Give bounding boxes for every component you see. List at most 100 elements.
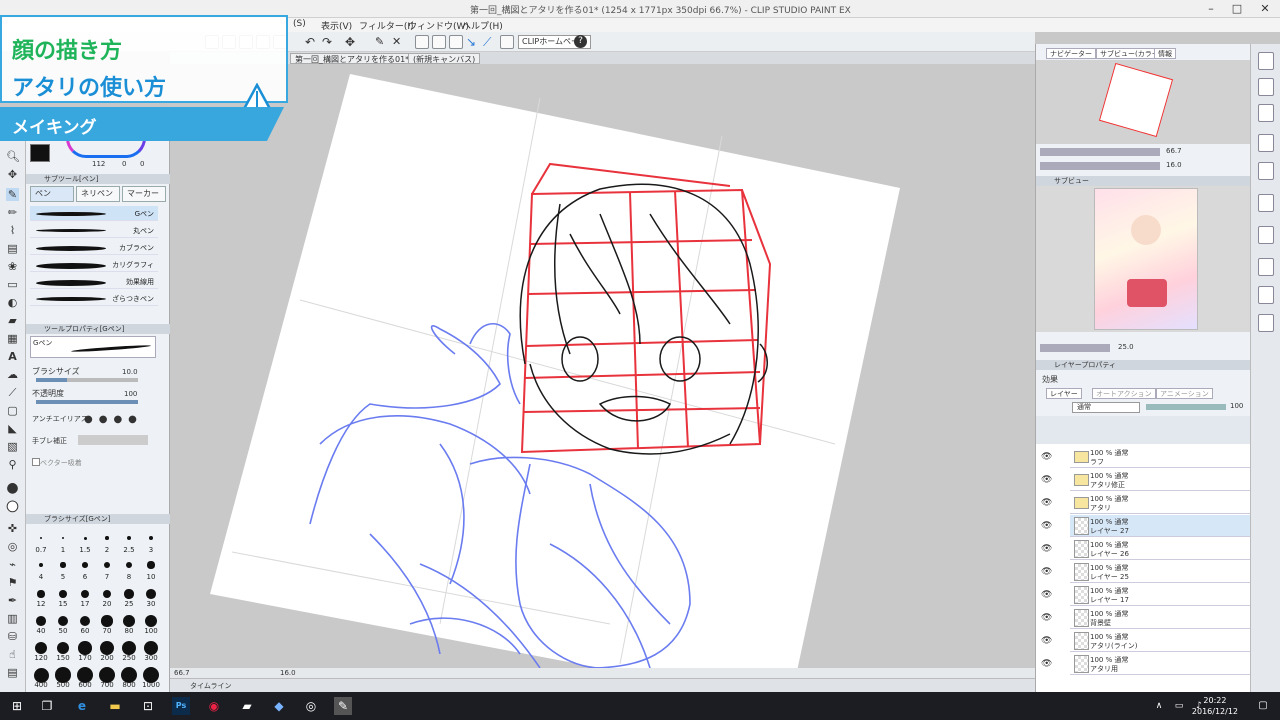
clipstudio-icon[interactable]: ✎ <box>334 697 352 715</box>
layer-opacity-slider[interactable] <box>1146 404 1226 410</box>
main-color-swatch[interactable] <box>30 144 50 162</box>
brush-size-dot[interactable] <box>79 615 91 627</box>
brush-size-dot[interactable] <box>82 562 88 568</box>
layer-folder[interactable]: 100 % 通常 アタリ <box>1070 492 1250 514</box>
brush-size-dot[interactable] <box>34 641 48 655</box>
fill-tool-icon[interactable]: ▰ <box>6 314 19 327</box>
brush-size-dot[interactable] <box>102 589 112 599</box>
visibility-eye-icon[interactable]: 👁︎ <box>1041 659 1052 669</box>
panel-icon-9[interactable] <box>1258 286 1274 304</box>
brush-size-dot[interactable] <box>40 537 42 539</box>
brush-item-kabura[interactable]: カブラペン <box>30 240 158 255</box>
brush-size-dot[interactable] <box>83 536 87 540</box>
zoom-tool-icon[interactable]: 🔍︎ <box>6 150 20 163</box>
edge-icon[interactable]: e <box>73 697 91 715</box>
layer-row[interactable]: 100 % 通常 レイヤー 27 <box>1070 515 1250 537</box>
subview-zoom[interactable]: 25.0 <box>1118 343 1134 351</box>
brush-size-dot[interactable] <box>105 536 109 540</box>
tab-info[interactable]: 情報 <box>1154 48 1176 59</box>
main-color-icon[interactable]: ● <box>6 481 19 495</box>
layer-row[interactable]: 100 % 通常 アタリ(ライン) <box>1070 630 1250 652</box>
brush-size-dot[interactable] <box>103 561 111 569</box>
sub-color-icon[interactable]: ● <box>6 499 19 514</box>
navigator-angle[interactable]: 16.0 <box>1166 161 1182 169</box>
brush-size-slider[interactable] <box>36 378 138 382</box>
crop-icon[interactable] <box>415 35 429 49</box>
layer-row[interactable]: 100 % 通常 背景壁 <box>1070 607 1250 629</box>
brush-item-effect-line[interactable]: 効果線用 <box>30 274 158 289</box>
panel-icon-3[interactable] <box>1258 104 1274 122</box>
tab-new-canvas[interactable]: (新規キャンバス) <box>408 53 481 64</box>
app-icon[interactable]: ◉ <box>205 697 223 715</box>
brush-item-gpen[interactable]: Gペン <box>30 206 158 221</box>
taskview-icon[interactable]: ❐ <box>38 697 56 715</box>
transform-icon[interactable]: ✎ <box>375 35 389 49</box>
visibility-eye-icon[interactable]: 👁︎ <box>1041 567 1052 577</box>
visibility-eye-icon[interactable]: 👁︎ <box>1041 613 1052 623</box>
blend-tool-icon[interactable]: ◐ <box>6 296 19 309</box>
close-button[interactable]: ✕ <box>1252 0 1278 18</box>
app2-icon[interactable]: ▰ <box>238 697 256 715</box>
ruler-tool-icon[interactable]: ⟋ <box>6 386 19 399</box>
bucket-icon[interactable]: ⛁ <box>6 630 19 643</box>
brush-size-dot[interactable] <box>144 614 158 628</box>
panel-icon-10[interactable] <box>1258 314 1274 332</box>
layer-row[interactable]: 100 % 通常 レイヤー 25 <box>1070 561 1250 583</box>
navigator-zoom[interactable]: 66.7 <box>1166 147 1182 155</box>
pen-tool-icon[interactable]: ✎ <box>6 188 19 201</box>
visibility-eye-icon[interactable]: 👁︎ <box>1041 475 1052 485</box>
brush-size-dot[interactable] <box>124 589 134 599</box>
tray-arrow-icon[interactable]: ∧ <box>1150 697 1168 715</box>
blend-mode-select[interactable]: 通常 <box>1072 402 1140 413</box>
visibility-eye-icon[interactable]: 👁︎ <box>1041 452 1052 462</box>
brush-size-dot[interactable] <box>148 535 154 541</box>
navigator-angle-slider[interactable] <box>1040 162 1160 170</box>
brush-size-dot[interactable] <box>60 562 66 568</box>
timeline-tab[interactable]: タイムライン <box>190 681 232 691</box>
subtool-tab-pen[interactable]: ペン <box>30 186 74 202</box>
canvas-area[interactable] <box>170 64 1035 668</box>
photoshop-icon[interactable]: Ps <box>172 697 190 715</box>
menu-item-help[interactable]: ヘルプ(H) <box>462 19 503 32</box>
navigator-zoom-slider[interactable] <box>1040 148 1160 156</box>
brush-size-dot[interactable] <box>80 589 90 599</box>
angle-value[interactable]: 16.0 <box>280 668 296 678</box>
brush-size-dot[interactable] <box>146 589 156 599</box>
stabilization-slider[interactable] <box>78 435 148 445</box>
lasso-icon[interactable]: ◎ <box>6 540 19 553</box>
subtool-tab-neripen[interactable]: ネリペン <box>76 186 120 202</box>
visibility-eye-icon[interactable]: 👁︎ <box>1041 544 1052 554</box>
pencil-tool-icon[interactable]: ✏ <box>6 206 19 219</box>
layer-opacity-value[interactable]: 100 <box>1230 402 1243 410</box>
menu-item-filter[interactable]: フィルター(I) <box>359 19 414 32</box>
help-icon[interactable]: ? <box>574 35 587 48</box>
prop-brush-size-value[interactable]: 10.0 <box>122 368 138 376</box>
redo-icon[interactable]: ↷ <box>322 35 336 49</box>
opacity-slider[interactable] <box>36 400 138 404</box>
navigator-view[interactable] <box>1036 60 1251 144</box>
snap-icon[interactable]: ⟋ <box>483 35 497 49</box>
pen-pressure-icon[interactable]: ↘ <box>466 35 480 49</box>
tab-animation[interactable]: アニメーション <box>1156 388 1213 399</box>
brush-size-dot[interactable] <box>101 615 113 627</box>
eyedropper-tool-icon[interactable]: ⚲ <box>6 458 19 471</box>
grid-icon[interactable]: ▤ <box>6 666 19 679</box>
brush-size-dot[interactable] <box>100 641 114 655</box>
undo-icon[interactable]: ↶ <box>305 35 319 49</box>
menu-item-view[interactable]: 表示(V) <box>321 19 352 32</box>
brush-item-calligraphy[interactable]: カリグラフィ <box>30 257 158 272</box>
brush-item-rough[interactable]: ざらつきペン <box>30 291 158 306</box>
text-tool-icon[interactable]: A <box>6 350 19 363</box>
app4-icon[interactable]: ◎ <box>302 697 320 715</box>
antialias-options[interactable]: ●●●● <box>84 414 143 425</box>
panel-icon-6[interactable] <box>1258 194 1274 212</box>
select-icon[interactable]: ✥ <box>345 35 359 49</box>
system-clock[interactable]: 20:22 2016/12/12 <box>1192 695 1238 717</box>
explorer-icon[interactable]: ▬ <box>106 697 124 715</box>
menu-item-window[interactable]: ウィンドウ(W) <box>408 19 469 32</box>
brush-size-dot[interactable] <box>38 562 44 568</box>
tab-document-1[interactable]: 第一回_構図とアタリを作る01* <box>290 53 415 64</box>
gradient-tool-icon[interactable]: ▦ <box>6 332 19 345</box>
brush-size-dot[interactable] <box>59 590 67 598</box>
brush-size-dot[interactable] <box>127 536 131 540</box>
